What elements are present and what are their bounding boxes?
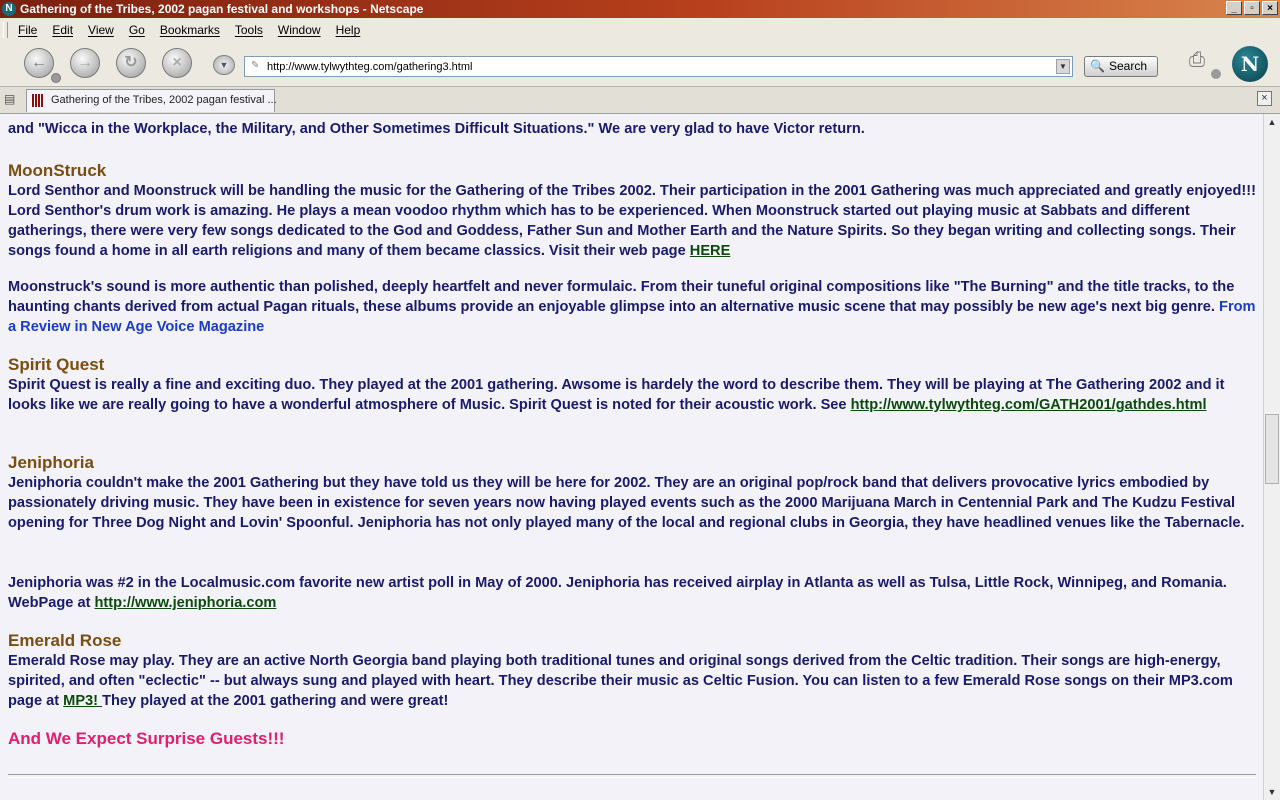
- menu-go[interactable]: Go: [129, 23, 145, 37]
- jeniphoria-link[interactable]: http://www.jeniphoria.com: [95, 595, 277, 611]
- menu-edit[interactable]: Edit: [52, 23, 73, 37]
- moonstruck-review-paragraph: Moonstruck's sound is more authentic tha…: [8, 277, 1258, 337]
- page-icon: ✎: [251, 60, 260, 71]
- moonstruck-heading: MoonStruck: [8, 161, 107, 180]
- maximize-button[interactable]: ▫: [1244, 1, 1260, 15]
- menu-bookmarks[interactable]: Bookmarks: [160, 23, 220, 37]
- url-bar[interactable]: ✎ ▼: [244, 56, 1073, 77]
- menu-file[interactable]: File: [18, 23, 37, 37]
- spirit-quest-heading: Spirit Quest: [8, 355, 105, 374]
- menu-view[interactable]: View: [88, 23, 114, 37]
- jeniphoria-paragraph-1: Jeniphoria couldn't make the 2001 Gather…: [8, 475, 1245, 531]
- go-dropdown-icon[interactable]: ▼: [213, 55, 235, 75]
- minimize-button[interactable]: _: [1226, 1, 1242, 15]
- close-window-button[interactable]: ×: [1262, 1, 1278, 15]
- menu-bar: File Edit View Go Bookmarks Tools Window…: [0, 18, 1280, 42]
- spirit-quest-paragraph: Spirit Quest is really a fine and exciti…: [8, 375, 1258, 415]
- spirit-quest-link[interactable]: http://www.tylwythteg.com/GATH2001/gathd…: [851, 397, 1207, 413]
- menu-window[interactable]: Window: [278, 23, 321, 37]
- moonstruck-here-link[interactable]: HERE: [690, 243, 731, 259]
- scroll-down-icon[interactable]: ▼: [1264, 784, 1280, 800]
- jeniphoria-heading: Jeniphoria: [8, 453, 94, 472]
- emerald-rose-paragraph: Emerald Rose may play. They are an activ…: [8, 651, 1258, 711]
- reload-icon[interactable]: ↻: [116, 48, 146, 78]
- moonstruck-text: Lord Senthor and Moonstruck will be hand…: [8, 183, 1256, 259]
- search-icon: 🔍: [1090, 59, 1105, 73]
- search-label: Search: [1109, 59, 1148, 73]
- emerald-rose-text-end: They played at the 2001 gathering and we…: [102, 693, 449, 709]
- back-arrow-icon[interactable]: ←: [24, 48, 54, 78]
- window-title: Gathering of the Tribes, 2002 pagan fest…: [20, 2, 424, 16]
- back-history-dropdown[interactable]: [51, 73, 61, 83]
- page-favicon-icon: [32, 94, 44, 107]
- print-icon[interactable]: ⎙: [1182, 48, 1212, 72]
- search-button[interactable]: 🔍 Search: [1084, 56, 1158, 77]
- page-content: and "Wicca in the Workplace, the Militar…: [0, 114, 1262, 800]
- top-line-text: and "Wicca in the Workplace, the Militar…: [8, 121, 865, 137]
- toolbar-grip[interactable]: [3, 22, 8, 38]
- moonstruck-paragraph: Lord Senthor and Moonstruck will be hand…: [8, 181, 1258, 261]
- navigation-toolbar: ← → ↻ × ▼ ✎ ▼ 🔍 Search ⎙ N: [0, 42, 1280, 87]
- emerald-rose-heading: Emerald Rose: [8, 631, 122, 650]
- url-input[interactable]: [267, 59, 1047, 74]
- tab-bar: ▤ Gathering of the Tribes, 2002 pagan fe…: [0, 87, 1280, 114]
- surprise-guests: And We Expect Surprise Guests!!!: [8, 729, 285, 748]
- print-dropdown[interactable]: [1211, 69, 1221, 79]
- moonstruck-review-text: Moonstruck's sound is more authentic tha…: [8, 279, 1235, 315]
- netscape-logo-icon[interactable]: N: [1232, 46, 1268, 82]
- title-bar: N Gathering of the Tribes, 2002 pagan fe…: [0, 0, 1280, 18]
- vertical-scrollbar[interactable]: ▲ ▼: [1263, 114, 1280, 800]
- horizontal-rule: [8, 774, 1256, 778]
- scroll-thumb[interactable]: [1265, 414, 1279, 484]
- menu-tools[interactable]: Tools: [235, 23, 263, 37]
- close-tab-icon[interactable]: ×: [1257, 91, 1272, 106]
- jeniphoria-paragraph-2: Jeniphoria was #2 in the Localmusic.com …: [8, 573, 1258, 613]
- scroll-up-icon[interactable]: ▲: [1264, 114, 1280, 130]
- window-controls: _ ▫ ×: [1226, 1, 1278, 15]
- netscape-app-icon[interactable]: N: [2, 2, 16, 16]
- menu-help[interactable]: Help: [336, 23, 361, 37]
- tab-label: Gathering of the Tribes, 2002 pagan fest…: [51, 94, 277, 106]
- url-history-dropdown[interactable]: ▼: [1056, 59, 1070, 74]
- tab-gathering[interactable]: Gathering of the Tribes, 2002 pagan fest…: [26, 89, 277, 112]
- mp3-link[interactable]: MP3!: [63, 693, 102, 709]
- forward-arrow-icon[interactable]: →: [70, 48, 100, 78]
- stop-icon[interactable]: ×: [162, 48, 192, 78]
- new-tab-icon[interactable]: ▤: [4, 92, 20, 106]
